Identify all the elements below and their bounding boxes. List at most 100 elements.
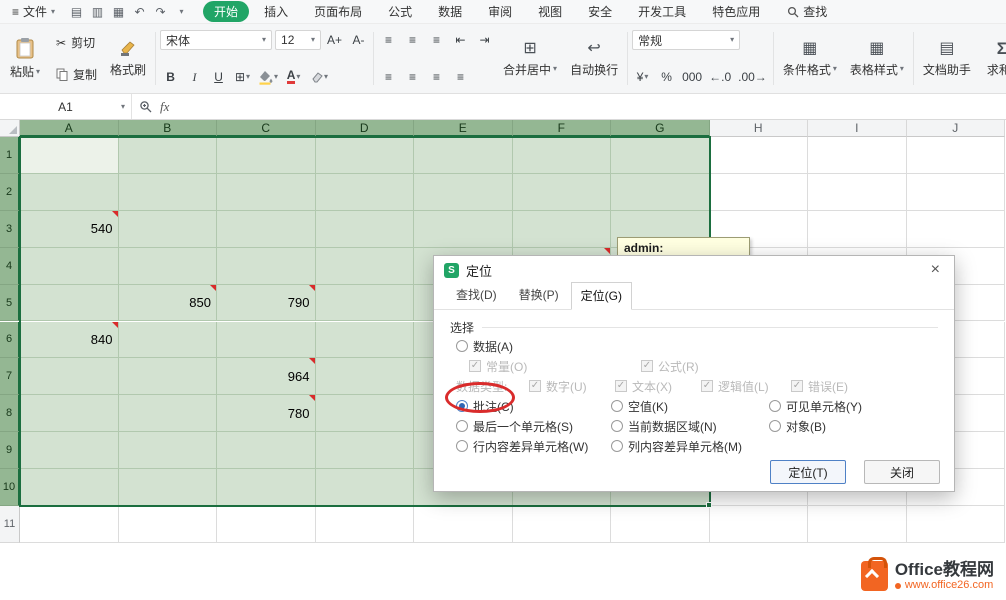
borders-button[interactable]: ⊞ ▾ [232, 67, 253, 87]
cell-J2[interactable] [907, 174, 1006, 211]
undo-icon[interactable]: ↶ [130, 3, 149, 21]
cell-D4[interactable] [316, 248, 415, 285]
percent-format-button[interactable]: % [656, 67, 677, 87]
locate-button[interactable]: 定位(T) [770, 460, 846, 484]
row-header-6[interactable]: 6 [0, 322, 20, 359]
cell-H2[interactable] [710, 174, 809, 211]
radio-visible-cells[interactable]: 可见单元格(Y) [769, 398, 862, 415]
decrease-font-button[interactable]: A- [348, 30, 369, 50]
cell-I11[interactable] [808, 506, 907, 543]
number-format-select[interactable]: 常规 ▾ [632, 30, 740, 50]
menu-tab-10[interactable]: 特色应用 [701, 1, 771, 22]
cell-G11[interactable] [611, 506, 710, 543]
align-justify-button[interactable]: ≡ [450, 67, 471, 87]
row-header-1[interactable]: 1 [0, 137, 20, 174]
cell-E11[interactable] [414, 506, 513, 543]
select-all-corner[interactable] [0, 120, 20, 137]
bold-button[interactable]: B [160, 67, 181, 87]
cell-C5[interactable]: 790 [217, 285, 316, 322]
tab-find[interactable]: 查找(D) [446, 281, 507, 309]
cell-E1[interactable] [414, 137, 513, 174]
underline-button[interactable]: U [208, 67, 229, 87]
menu-tab-3[interactable]: 页面布局 [303, 1, 373, 22]
cell-A7[interactable] [20, 358, 119, 395]
radio-col-differences[interactable]: 列内容差异单元格(M) [611, 438, 742, 455]
font-color-button[interactable]: A ▾ [283, 67, 304, 87]
radio-blanks[interactable]: 空值(K) [611, 398, 769, 415]
cell-D10[interactable] [316, 469, 415, 506]
increase-indent-button[interactable]: ⇥ [474, 30, 495, 50]
cut-button[interactable]: ✂ 剪切 [51, 33, 102, 52]
row-header-8[interactable]: 8 [0, 395, 20, 432]
menu-tab-1[interactable]: 开始 [203, 1, 249, 22]
cell-C3[interactable] [217, 211, 316, 248]
redo-icon[interactable]: ↷ [151, 3, 170, 21]
cell-F11[interactable] [513, 506, 612, 543]
font-name-select[interactable]: 宋体 ▾ [160, 30, 272, 50]
radio-last-cell[interactable]: 最后一个单元格(S) [456, 418, 611, 435]
cell-I3[interactable] [808, 211, 907, 248]
format-painter-button[interactable]: 格式刷 [105, 27, 151, 90]
increase-decimal-button[interactable]: .00→ [736, 67, 769, 87]
cell-D6[interactable] [316, 322, 415, 359]
cell-C6[interactable] [217, 322, 316, 359]
col-header-D[interactable]: D [316, 120, 415, 137]
align-right-button[interactable]: ≡ [426, 67, 447, 87]
zoom-icon[interactable] [132, 100, 158, 113]
cell-H11[interactable] [710, 506, 809, 543]
cell-C1[interactable] [217, 137, 316, 174]
cell-F1[interactable] [513, 137, 612, 174]
cell-B2[interactable] [119, 174, 218, 211]
cell-B11[interactable] [119, 506, 218, 543]
doc-assistant-button[interactable]: ▤ 文档助手 [918, 27, 976, 90]
row-header-11[interactable]: 11 [0, 506, 20, 543]
cell-D2[interactable] [316, 174, 415, 211]
col-header-I[interactable]: I [808, 120, 907, 137]
menu-tab-2[interactable]: 插入 [253, 1, 299, 22]
cell-B7[interactable] [119, 358, 218, 395]
cell-C7[interactable]: 964 [217, 358, 316, 395]
cell-C2[interactable] [217, 174, 316, 211]
align-bottom-button[interactable]: ≡ [426, 30, 447, 50]
cell-A10[interactable] [20, 469, 119, 506]
radio-current-region[interactable]: 当前数据区域(N) [611, 418, 769, 435]
col-header-F[interactable]: F [513, 120, 612, 137]
cell-D1[interactable] [316, 137, 415, 174]
menu-tab-8[interactable]: 安全 [577, 1, 623, 22]
cell-B9[interactable] [119, 432, 218, 469]
row-header-10[interactable]: 10 [0, 469, 20, 506]
cell-D3[interactable] [316, 211, 415, 248]
cell-A8[interactable] [20, 395, 119, 432]
row-header-2[interactable]: 2 [0, 174, 20, 211]
cell-J11[interactable] [907, 506, 1006, 543]
cell-A5[interactable] [20, 285, 119, 322]
cell-E3[interactable] [414, 211, 513, 248]
print-icon[interactable]: ▥ [88, 3, 107, 21]
col-header-H[interactable]: H [710, 120, 809, 137]
more-commands-icon[interactable]: ▾ [172, 3, 191, 21]
radio-comments[interactable]: 批注(C) [456, 398, 611, 415]
cell-B1[interactable] [119, 137, 218, 174]
cell-A3[interactable]: 540 [20, 211, 119, 248]
align-top-button[interactable]: ≡ [378, 30, 399, 50]
menu-tab-6[interactable]: 审阅 [477, 1, 523, 22]
align-left-button[interactable]: ≡ [378, 67, 399, 87]
cell-I2[interactable] [808, 174, 907, 211]
cell-G1[interactable] [611, 137, 710, 174]
cell-D8[interactable] [316, 395, 415, 432]
cell-A9[interactable] [20, 432, 119, 469]
col-header-C[interactable]: C [217, 120, 316, 137]
cell-A2[interactable] [20, 174, 119, 211]
cell-B10[interactable] [119, 469, 218, 506]
sum-button[interactable]: Σ 求和▾ [979, 27, 1006, 90]
cell-B6[interactable] [119, 322, 218, 359]
dialog-close-icon[interactable]: × [927, 262, 944, 278]
name-box[interactable]: A1 ▾ [0, 94, 132, 119]
conditional-format-button[interactable]: ▦ 条件格式▾ [778, 27, 842, 90]
decrease-decimal-button[interactable]: ←.0 [707, 67, 733, 87]
row-header-4[interactable]: 4 [0, 248, 20, 285]
cell-C11[interactable] [217, 506, 316, 543]
row-header-7[interactable]: 7 [0, 358, 20, 395]
cell-C9[interactable] [217, 432, 316, 469]
currency-format-button[interactable]: ¥ ▾ [632, 67, 653, 87]
